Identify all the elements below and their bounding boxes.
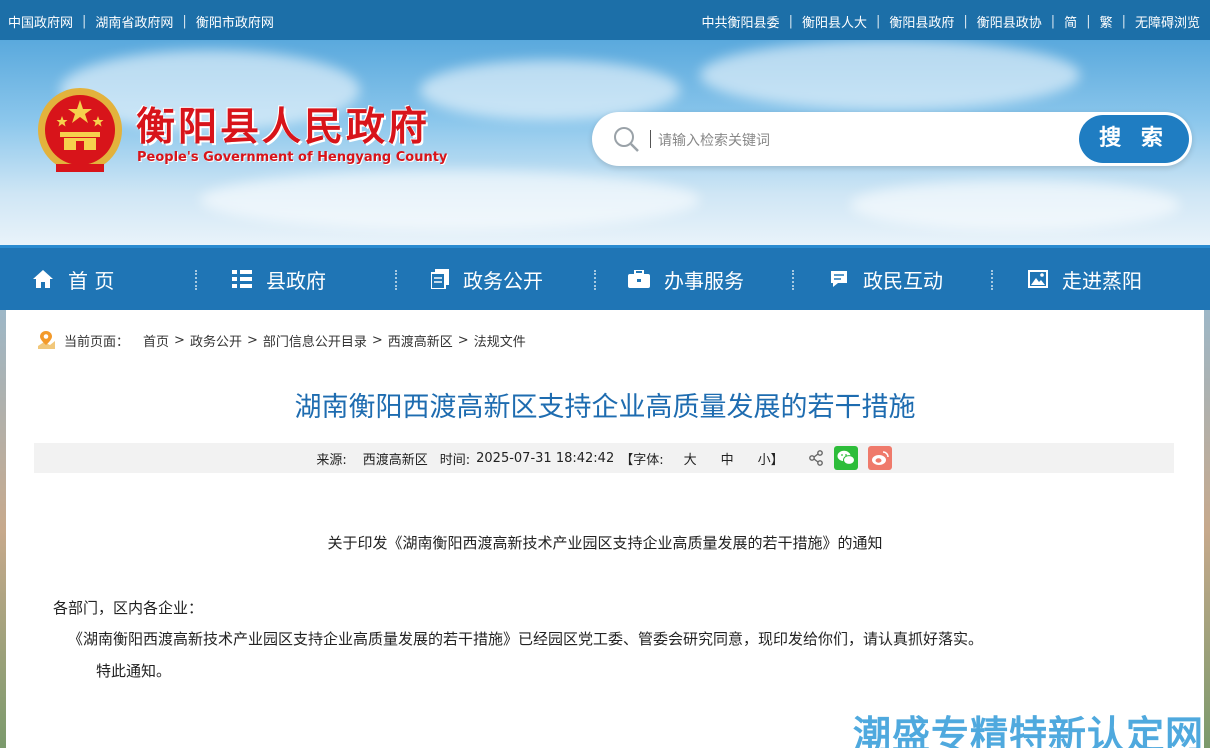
nav-label: 走进蒸阳 — [1062, 268, 1142, 293]
top-link-bar: 中国政府网 | 湖南省政府网 | 衡阳市政府网 中共衡阳县委 | 衡阳县人大 |… — [0, 0, 1210, 40]
nav-divider — [991, 270, 993, 290]
simplified-chinese-toggle[interactable]: 简 — [1064, 12, 1077, 31]
briefcase-icon — [628, 270, 650, 288]
chat-icon — [831, 271, 847, 287]
breadcrumb-separator: > — [174, 332, 185, 348]
main-nav: 首 页 县政府 政务公开 办事服务 政民互动 走进蒸阳 — [0, 245, 1210, 310]
separator: | — [1086, 14, 1091, 29]
nav-divider — [594, 270, 596, 290]
link-china-gov[interactable]: 中国政府网 — [8, 12, 73, 31]
wechat-share-button[interactable] — [833, 446, 858, 470]
nav-item-home[interactable]: 首 页 — [32, 248, 114, 310]
separator: | — [82, 14, 87, 29]
nav-divider — [395, 270, 397, 290]
location-pin-icon — [38, 331, 55, 349]
search-button[interactable]: 搜 索 — [1079, 115, 1189, 163]
text-caret — [650, 130, 651, 148]
cloud-decoration — [200, 170, 700, 230]
separator: | — [182, 14, 187, 29]
separator: | — [788, 14, 793, 29]
nav-divider — [792, 270, 794, 290]
font-size-label: 【字体: — [620, 452, 664, 468]
time-label: 时间: — [439, 452, 471, 468]
site-title: 衡阳县人民政府 — [136, 105, 431, 150]
separator: | — [1050, 14, 1056, 29]
nav-item-county-gov[interactable]: 县政府 — [232, 248, 326, 310]
link-hunan-gov[interactable]: 湖南省政府网 — [95, 12, 173, 31]
source-label: 来源: — [316, 452, 347, 468]
background-scenery — [1204, 310, 1210, 748]
search-input[interactable]: 请输入检索关键词 — [658, 130, 770, 150]
list-icon — [232, 270, 252, 288]
nav-item-about-zhengyang[interactable]: 走进蒸阳 — [1028, 248, 1142, 310]
font-size-medium-button[interactable]: 中 — [721, 449, 734, 468]
breadcrumb-regulations[interactable]: 法规文件 — [474, 331, 526, 350]
search-box: 请输入检索关键词 搜 索 — [592, 112, 1192, 166]
header-banner: 衡阳县人民政府 People's Government of Hengyang … — [0, 40, 1210, 245]
breadcrumb-dept-directory[interactable]: 部门信息公开目录 — [263, 331, 367, 350]
notice-heading: 关于印发《湖南衡阳西渡高新技术产业园区支持企业高质量发展的若干措施》的通知 — [327, 534, 883, 552]
separator: | — [875, 14, 881, 29]
share-icon[interactable] — [808, 450, 824, 466]
article-title: 湖南衡阳西渡高新区支持企业高质量发展的若干措施 — [294, 392, 916, 423]
article-meta-bar: 来源: 西渡高新区 时间: 2025-07-31 18:42:42 【字体: 大… — [34, 443, 1174, 473]
breadcrumb-separator: > — [371, 332, 383, 348]
wechat-icon — [837, 450, 855, 465]
traditional-chinese-toggle[interactable]: 繁 — [1100, 12, 1113, 31]
link-hengyang-city-gov[interactable]: 衡阳市政府网 — [196, 12, 274, 31]
breadcrumb-label: 当前页面： — [64, 334, 130, 350]
nav-item-gov-affairs[interactable]: 政务公开 — [431, 248, 543, 310]
breadcrumb-xidu-zone[interactable]: 西渡高新区 — [388, 331, 453, 350]
breadcrumb-home[interactable]: 首页 — [143, 331, 169, 350]
breadcrumb-separator: > — [246, 332, 258, 348]
nav-item-interaction[interactable]: 政民互动 — [829, 248, 943, 310]
search-icon — [614, 127, 639, 152]
source-value: 西渡高新区 — [362, 452, 428, 468]
time-value: 2025-07-31 18:42:42 — [476, 450, 615, 466]
breadcrumb-separator: > — [457, 332, 469, 348]
nav-label: 政民互动 — [863, 268, 943, 293]
font-size-large-button[interactable]: 大 — [684, 449, 697, 468]
top-right-links: 中共衡阳县委 | 衡阳县人大 | 衡阳县政府 | 衡阳县政协 | 简 | 繁 |… — [702, 12, 1200, 31]
weibo-icon — [871, 451, 889, 465]
nav-label: 办事服务 — [664, 268, 744, 293]
cloud-decoration — [700, 40, 1080, 110]
separator: | — [963, 14, 968, 29]
top-left-links: 中国政府网 | 湖南省政府网 | 衡阳市政府网 — [8, 12, 274, 31]
link-county-party-committee[interactable]: 中共衡阳县委 — [702, 12, 780, 31]
closing-line: 特此通知。 — [96, 662, 172, 680]
link-county-congress[interactable]: 衡阳县人大 — [802, 12, 867, 31]
cloud-decoration — [420, 60, 680, 120]
nav-label: 政务公开 — [463, 268, 543, 293]
accessibility-link[interactable]: 无障碍浏览 — [1135, 12, 1200, 31]
national-emblem-icon — [38, 88, 122, 172]
breadcrumb: 当前页面： 首页 > 政务公开 > 部门信息公开目录 > 西渡高新区 > 法规文… — [36, 330, 526, 350]
breadcrumb-gov-affairs[interactable]: 政务公开 — [190, 331, 242, 350]
font-size-small-button[interactable]: 小】 — [758, 449, 784, 468]
nav-label: 县政府 — [266, 268, 326, 293]
weibo-share-button[interactable] — [867, 446, 892, 470]
nav-label: 首 页 — [68, 268, 115, 293]
nav-item-services[interactable]: 办事服务 — [628, 248, 744, 310]
body-paragraph: 《湖南衡阳西渡高新技术产业园区支持企业高质量发展的若干措施》已经园区党工委、管委… — [68, 630, 984, 648]
watermark-text: 潮盛专精特新认定网 — [852, 713, 1204, 748]
home-icon — [33, 270, 53, 288]
nav-divider — [195, 270, 197, 290]
cloud-decoration — [850, 180, 1180, 230]
link-county-cppcc[interactable]: 衡阳县政协 — [977, 12, 1042, 31]
site-subtitle-en: People's Government of Hengyang County — [137, 150, 448, 165]
salutation: 各部门，区内各企业： — [53, 599, 204, 617]
article-card: 当前页面： 首页 > 政务公开 > 部门信息公开目录 > 西渡高新区 > 法规文… — [6, 310, 1204, 748]
picture-icon — [1028, 270, 1048, 288]
link-county-gov[interactable]: 衡阳县政府 — [889, 12, 954, 31]
separator: | — [1121, 14, 1126, 29]
document-icon — [431, 269, 449, 289]
